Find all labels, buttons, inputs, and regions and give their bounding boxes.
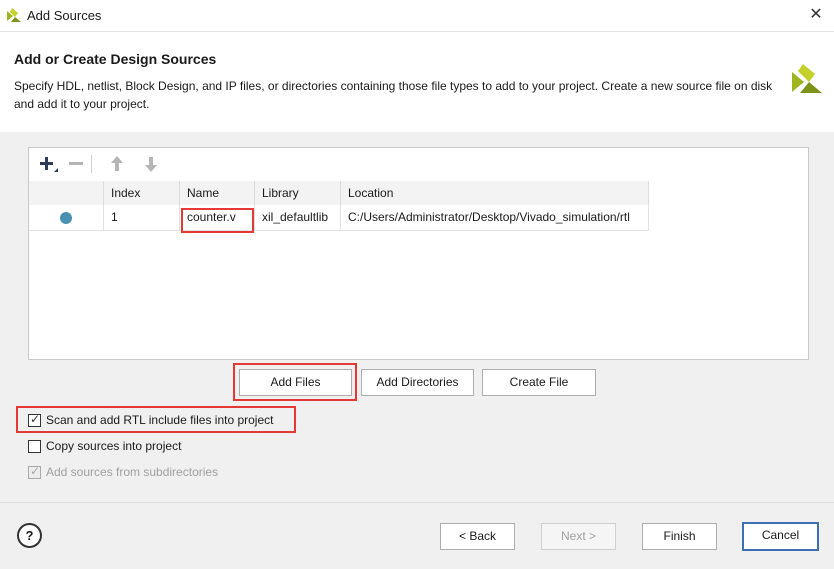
- next-button: Next >: [541, 523, 616, 550]
- column-header-index[interactable]: Index: [104, 181, 180, 205]
- finish-button[interactable]: Finish: [642, 523, 717, 550]
- close-icon[interactable]: ✕: [806, 5, 826, 25]
- add-subdirs-checkbox: [28, 464, 41, 479]
- add-subdirs-option: Add sources from subdirectories: [28, 464, 238, 482]
- scan-rtl-label: Scan and add RTL include files into proj…: [46, 413, 274, 427]
- library-cell[interactable]: xil_defaultlib: [255, 205, 341, 231]
- column-header-name[interactable]: Name: [180, 181, 255, 205]
- copy-sources-checkbox[interactable]: [28, 440, 41, 453]
- vivado-logo-icon: [792, 64, 822, 93]
- title-bar: Add Sources ✕: [0, 0, 834, 32]
- name-highlight-box: [181, 208, 254, 233]
- scan-rtl-option[interactable]: Scan and add RTL include files into proj…: [28, 412, 293, 430]
- move-down-icon[interactable]: [139, 152, 163, 176]
- toolbar-divider: [91, 155, 92, 173]
- add-files-button[interactable]: Add Files: [239, 369, 352, 396]
- create-file-button[interactable]: Create File: [482, 369, 596, 396]
- copy-sources-option[interactable]: Copy sources into project: [28, 438, 198, 456]
- status-dot-icon: [60, 212, 72, 224]
- add-directories-button[interactable]: Add Directories: [361, 369, 474, 396]
- help-icon[interactable]: ?: [17, 523, 42, 548]
- move-up-icon[interactable]: [105, 152, 129, 176]
- window-title: Add Sources: [27, 8, 102, 23]
- column-header-library[interactable]: Library: [255, 181, 341, 205]
- add-subdirs-label: Add sources from subdirectories: [46, 465, 219, 479]
- header: Add or Create Design Sources Specify HDL…: [0, 32, 834, 132]
- column-header-location[interactable]: Location: [341, 181, 649, 205]
- table-header: Index Name Library Location: [29, 181, 649, 205]
- copy-sources-label: Copy sources into project: [46, 439, 182, 453]
- column-header-status[interactable]: [29, 181, 104, 205]
- add-icon[interactable]: [35, 152, 59, 176]
- cancel-button[interactable]: Cancel: [742, 522, 819, 551]
- remove-icon[interactable]: [65, 152, 89, 176]
- index-cell: 1: [104, 205, 180, 231]
- table-toolbar: [29, 148, 808, 180]
- page-description: Specify HDL, netlist, Block Design, and …: [14, 79, 773, 111]
- scan-rtl-checkbox[interactable]: [28, 412, 41, 427]
- status-cell: [29, 205, 104, 231]
- table-row[interactable]: 1 counter.v xil_defaultlib C:/Users/Admi…: [29, 205, 649, 231]
- page-title: Add or Create Design Sources: [14, 51, 217, 67]
- back-button[interactable]: < Back: [440, 523, 515, 550]
- sources-table-panel: Index Name Library Location 1 counter.v …: [28, 147, 809, 360]
- footer-divider: [0, 502, 834, 503]
- vivado-logo-icon: [7, 8, 21, 22]
- location-cell: C:/Users/Administrator/Desktop/Vivado_si…: [341, 205, 649, 231]
